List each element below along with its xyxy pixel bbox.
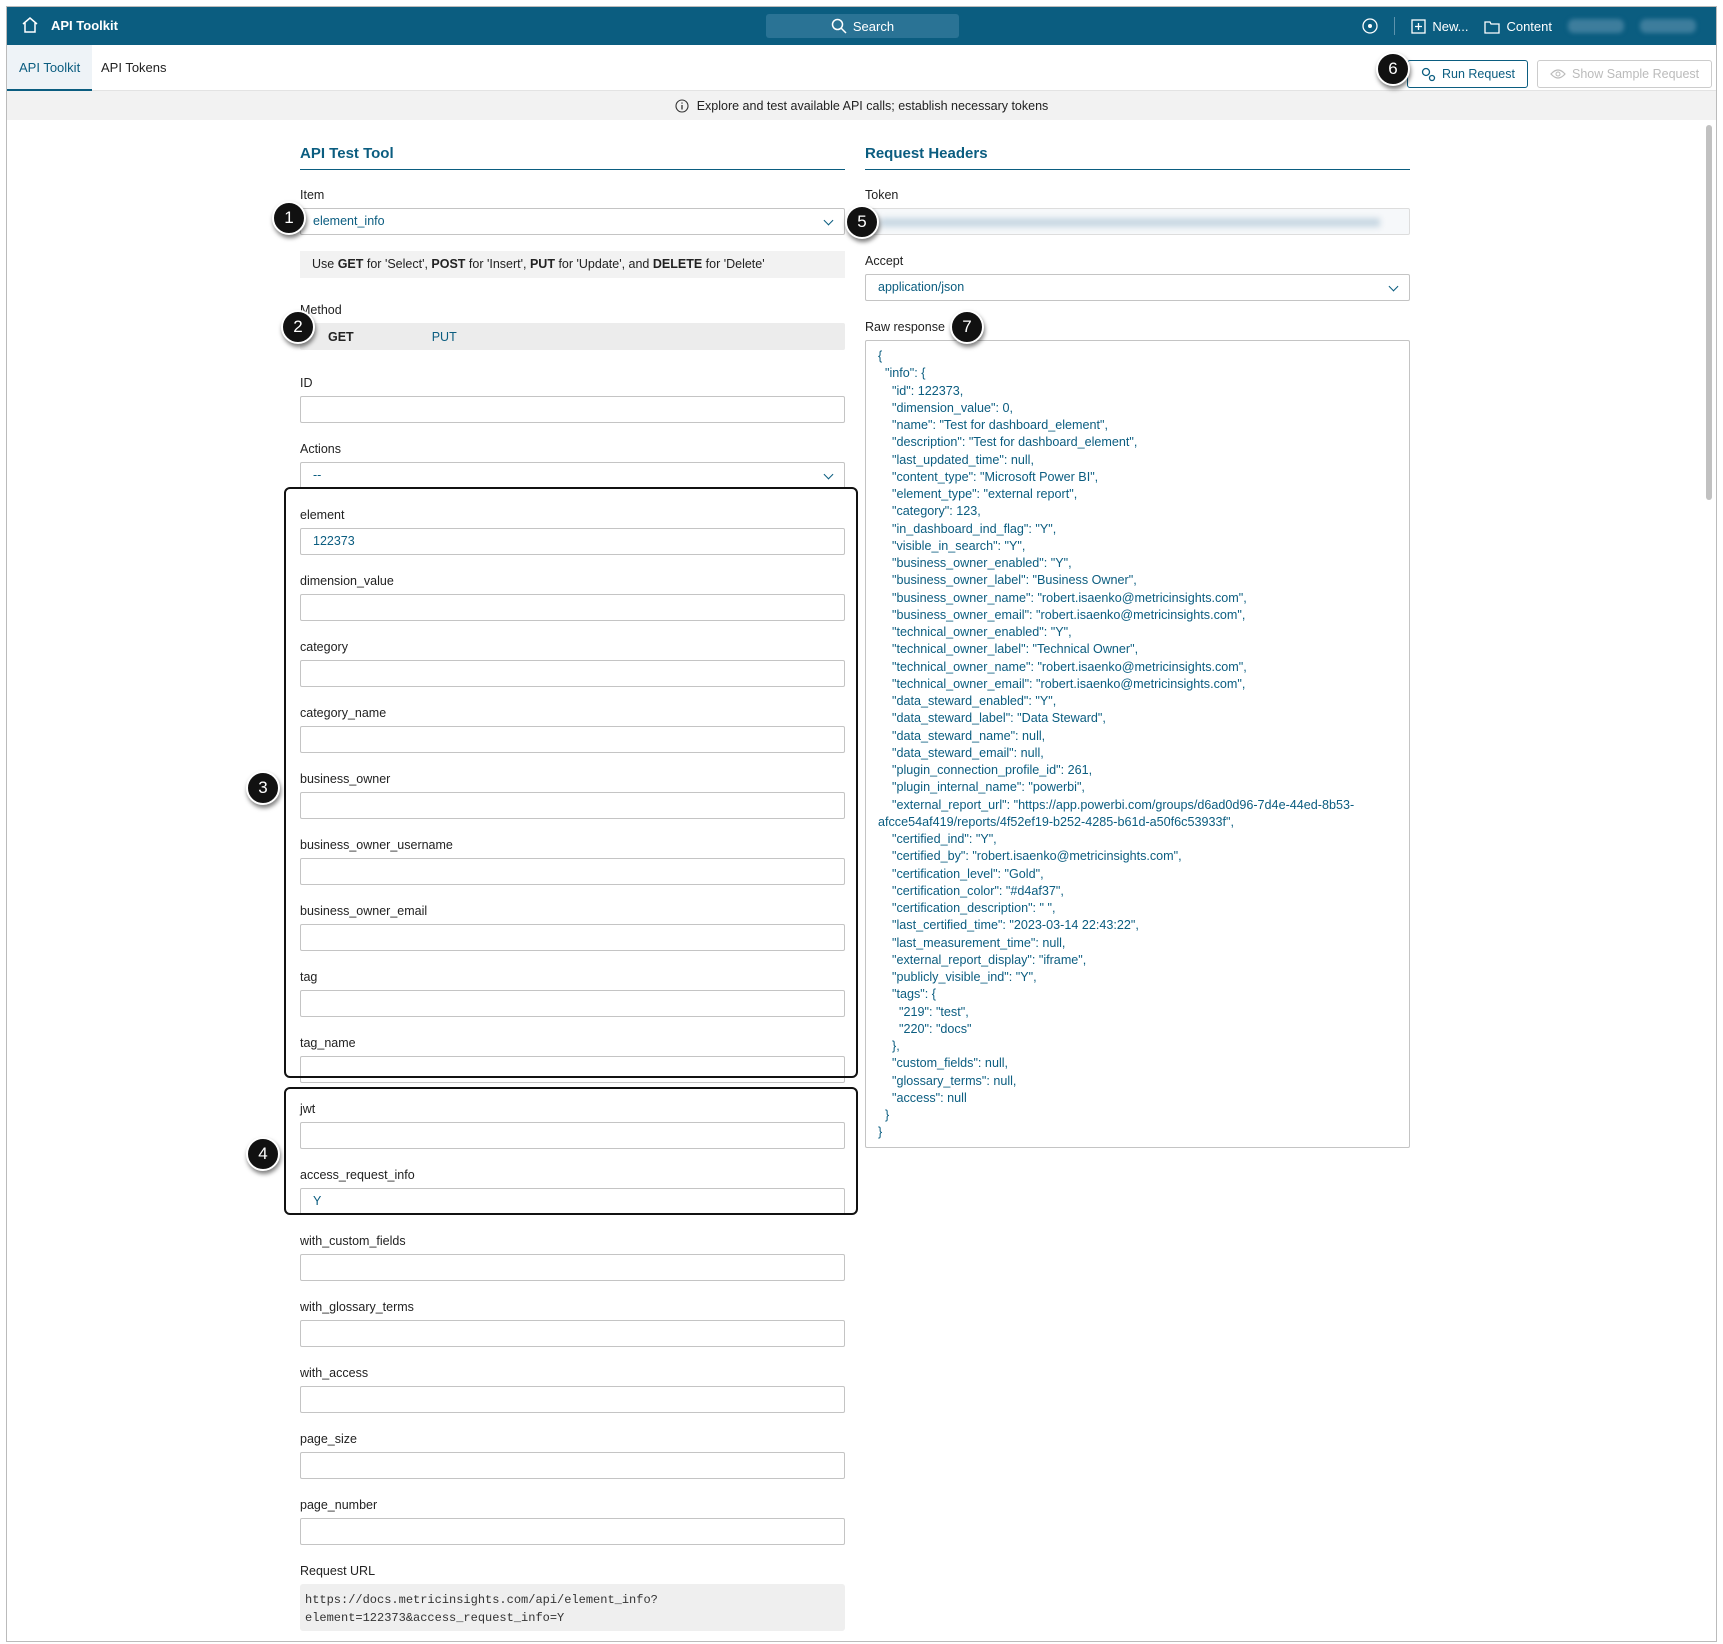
content-button[interactable]: Content	[1484, 19, 1552, 34]
field-with-access: with_access	[300, 1366, 845, 1432]
section-title: API Test Tool	[300, 145, 845, 170]
tab-api-toolkit[interactable]: API Toolkit	[7, 45, 93, 91]
eye-icon	[1550, 69, 1566, 79]
blurred-menu-item[interactable]	[1568, 19, 1624, 33]
callout-6: 6	[1376, 52, 1410, 86]
search-icon	[831, 18, 847, 34]
info-banner: Explore and test available API calls; es…	[7, 91, 1716, 120]
token-label: Token	[865, 188, 899, 202]
app-title[interactable]: API Toolkit	[51, 18, 118, 33]
new-label: New...	[1432, 18, 1469, 34]
section-title: Request Headers	[865, 145, 1410, 170]
id-input[interactable]	[300, 396, 845, 423]
field-page-number: page_number	[300, 1498, 845, 1564]
run-request-button[interactable]: Run Request	[1407, 60, 1528, 88]
show-sample-request-button[interactable]: Show Sample Request	[1537, 60, 1713, 88]
page-number-label: page_number	[300, 1498, 378, 1512]
item-label: Item	[300, 188, 325, 202]
page-size-label: page_size	[300, 1432, 357, 1446]
field-with-custom-fields: with_custom_fields	[300, 1234, 845, 1300]
method-hint: Use GET for 'Select', POST for 'Insert',…	[300, 251, 845, 278]
scrollbar[interactable]	[1704, 125, 1714, 1635]
callout-2: 2	[281, 310, 315, 344]
plus-square-icon	[1411, 18, 1426, 34]
field-page-size: page_size	[300, 1432, 845, 1498]
actions-select[interactable]: --	[300, 462, 845, 489]
search-button[interactable]: Search	[766, 14, 959, 38]
field-id: ID	[300, 376, 845, 442]
actions-label: Actions	[300, 442, 341, 456]
callout-1: 1	[272, 201, 306, 235]
compass-icon[interactable]	[1362, 18, 1378, 34]
app-window: API Toolkit Search New... Content API To…	[6, 6, 1717, 1642]
folder-icon	[1484, 20, 1501, 34]
method-put[interactable]: PUT	[382, 330, 485, 344]
tab-bar: API Toolkit API Tokens Run Request Show …	[7, 45, 1716, 91]
annotation-box-4	[284, 1087, 858, 1215]
request-url-label: Request URL	[300, 1564, 376, 1578]
with-glossary-terms-label: with_glossary_terms	[300, 1300, 414, 1314]
item-select[interactable]: element_info	[300, 208, 845, 235]
info-text: Explore and test available API calls; es…	[696, 98, 1049, 113]
run-request-label: Run Request	[1442, 67, 1515, 81]
request-url: https://docs.metricinsights.com/api/elem…	[300, 1584, 845, 1631]
with-access-input[interactable]	[300, 1386, 845, 1413]
with-access-label: with_access	[300, 1366, 369, 1380]
gears-icon	[1421, 67, 1436, 82]
field-with-glossary-terms: with_glossary_terms	[300, 1300, 845, 1366]
with-custom-fields-input[interactable]	[300, 1254, 845, 1281]
annotation-box-3	[284, 487, 858, 1078]
search-label: Search	[852, 18, 895, 34]
token-input[interactable]	[865, 208, 1410, 235]
callout-3: 3	[246, 771, 280, 805]
request-headers-panel: Request Headers Token Accept application…	[865, 145, 1410, 1148]
with-custom-fields-label: with_custom_fields	[300, 1234, 406, 1248]
top-nav-bar: API Toolkit Search New... Content	[7, 7, 1716, 45]
new-button[interactable]: New...	[1411, 19, 1468, 34]
show-sample-label: Show Sample Request	[1572, 67, 1700, 81]
method-toggle: GET PUT	[300, 323, 845, 350]
tab-api-tokens[interactable]: API Tokens	[89, 45, 179, 91]
page-number-input[interactable]	[300, 1518, 845, 1545]
scrollbar-thumb[interactable]	[1706, 125, 1712, 500]
accept-select[interactable]: application/json	[865, 274, 1410, 301]
divider	[1394, 17, 1396, 35]
method-label: Method	[300, 303, 342, 317]
page-size-input[interactable]	[300, 1452, 845, 1479]
info-icon	[675, 98, 689, 113]
callout-4: 4	[246, 1137, 280, 1171]
home-icon[interactable]	[21, 16, 39, 34]
with-glossary-terms-input[interactable]	[300, 1320, 845, 1347]
raw-response-label: Raw response	[865, 320, 945, 334]
content-label: Content	[1506, 18, 1552, 34]
callout-7: 7	[950, 310, 984, 344]
accept-label: Accept	[865, 254, 904, 268]
callout-5: 5	[845, 205, 879, 239]
blurred-user-menu[interactable]	[1640, 19, 1696, 33]
id-label: ID	[300, 376, 313, 390]
raw-response[interactable]: { "info": { "id": 122373, "dimension_val…	[865, 340, 1410, 1148]
